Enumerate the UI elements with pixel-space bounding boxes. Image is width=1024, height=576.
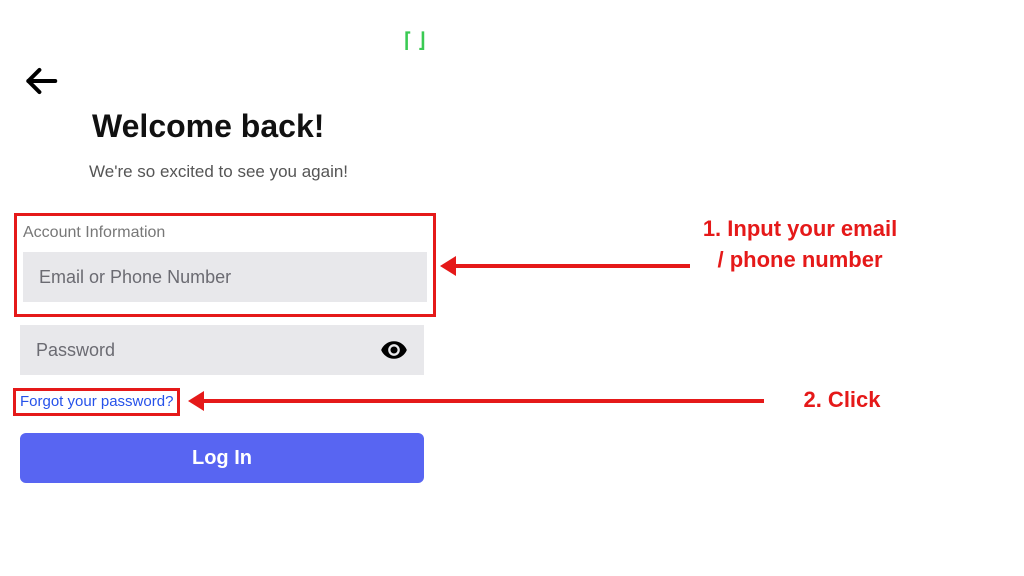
login-button[interactable]: Log In [20, 433, 424, 483]
page-title: Welcome back! [92, 108, 324, 145]
annotation-arrow-2-line [204, 399, 764, 403]
annotation-arrow-1-line [456, 264, 690, 268]
annotation-step-2: 2. Click [792, 385, 892, 416]
account-info-label: Account Information [23, 224, 427, 242]
forgot-password-highlight: Forgot your password? [13, 388, 180, 416]
email-phone-input[interactable] [23, 252, 427, 302]
decoration-brackets: ⌈⌋ [404, 28, 432, 53]
password-field-wrapper [20, 325, 424, 375]
arrow-left-icon [22, 62, 60, 100]
account-info-section: Account Information [14, 213, 436, 317]
eye-icon[interactable] [380, 336, 408, 364]
back-button[interactable] [22, 62, 60, 105]
page-subtitle: We're so excited to see you again! [89, 162, 348, 182]
annotation-arrow-2-head [188, 391, 204, 411]
forgot-password-link[interactable]: Forgot your password? [20, 393, 173, 410]
annotation-step-1: 1. Input your email / phone number [700, 214, 900, 276]
annotation-arrow-1-head [440, 256, 456, 276]
password-input[interactable] [36, 340, 380, 361]
